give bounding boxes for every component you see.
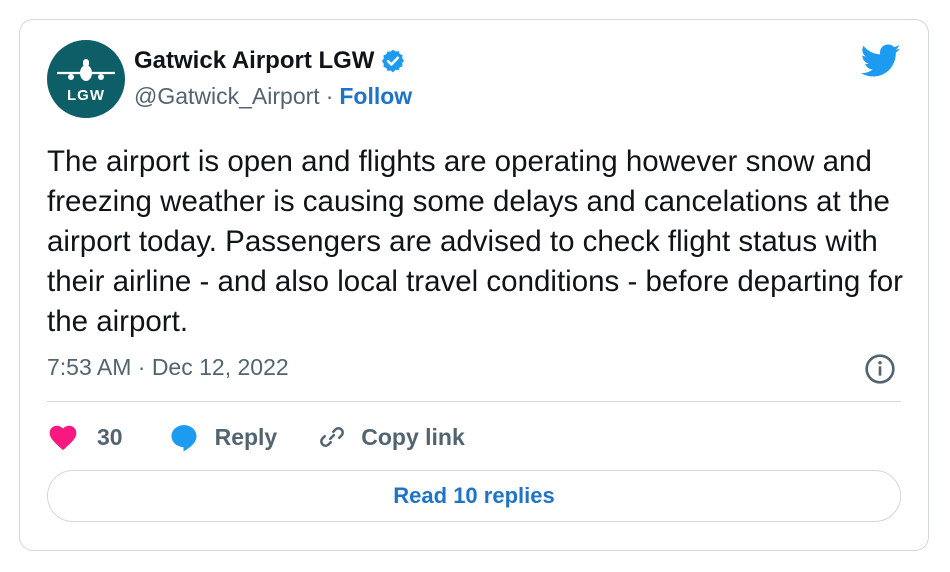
reply-button[interactable]: Reply [169,422,278,452]
info-icon[interactable] [864,353,896,390]
reply-bubble-icon [171,425,197,452]
plane-icon [57,59,115,81]
reply-label: Reply [214,423,278,450]
copy-link-label: Copy link [361,423,465,450]
link-icon [320,427,345,447]
read-replies-button[interactable]: Read 10 replies [47,470,901,522]
handle-separator: · [325,83,334,109]
like-button[interactable]: 30 [47,423,123,451]
display-name[interactable]: Gatwick Airport LGW [134,47,374,75]
follow-button[interactable]: Follow [339,83,412,110]
tweet-timestamp[interactable]: 7:53 AM · Dec 12, 2022 [47,354,289,381]
divider [47,401,901,402]
handle[interactable]: @Gatwick_Airport [134,83,320,110]
tweet-text: The airport is open and flights are oper… [47,145,903,338]
tweet-actions: 30 Reply Copy link [47,420,465,454]
heart-icon [49,425,77,451]
verified-badge-icon [380,48,406,74]
copy-link-button[interactable]: Copy link [317,422,465,452]
twitter-bird-icon[interactable] [860,44,901,83]
avatar-label: LGW [67,87,105,104]
avatar[interactable]: LGW [47,40,125,118]
like-count: 30 [97,423,123,450]
